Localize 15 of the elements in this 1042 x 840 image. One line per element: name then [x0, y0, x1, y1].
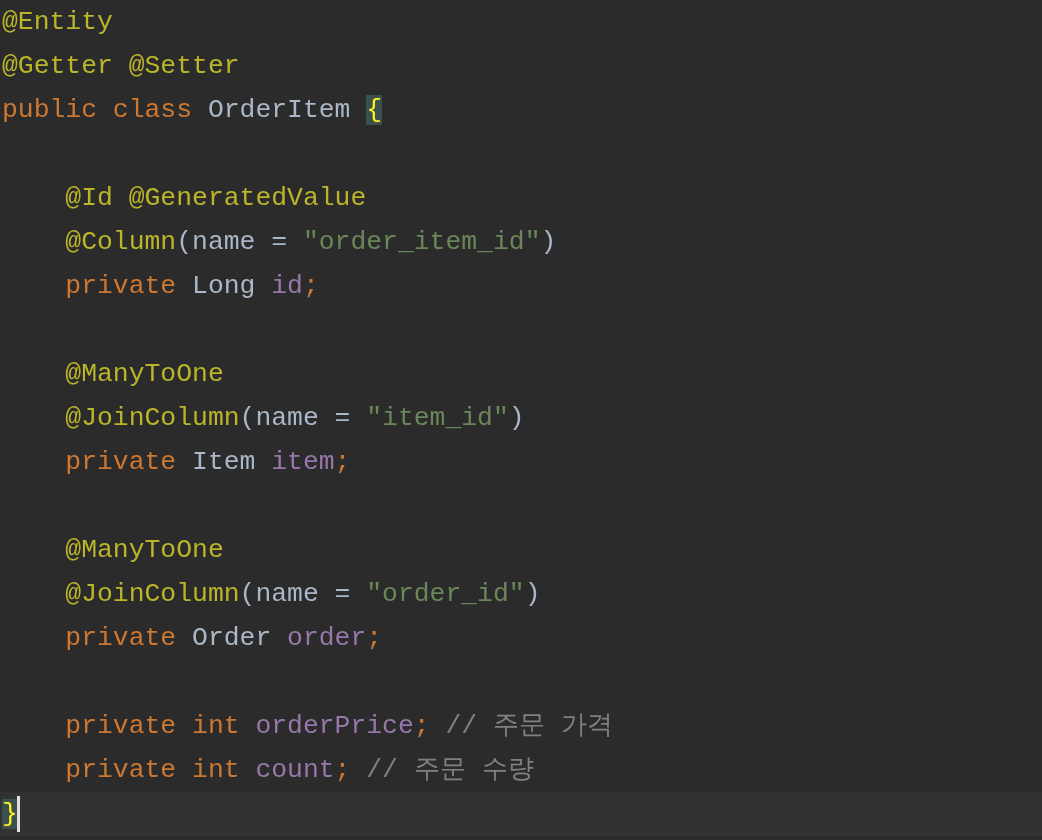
code-line: private Order order; [64, 622, 383, 655]
code-line: private int count; // 주문 수량 [64, 754, 534, 787]
code-line: @ManyToOne [64, 358, 224, 391]
code-line: public class OrderItem { [2, 94, 383, 127]
code-line: @Column(name = "order_item_id") [64, 226, 557, 259]
text-cursor [17, 796, 20, 832]
code-line: @JoinColumn(name = "item_id") [64, 402, 525, 435]
code-line: @Id @GeneratedValue [64, 182, 367, 215]
code-line: @ManyToOne [64, 534, 224, 567]
code-line: @Entity [2, 6, 113, 39]
code-line: private Long id; [64, 270, 319, 303]
code-line: private int orderPrice; // 주문 가격 [64, 710, 613, 743]
code-line: @JoinColumn(name = "order_id") [64, 578, 541, 611]
code-line: @Getter @Setter [2, 50, 240, 83]
code-line: private Item item; [64, 446, 351, 479]
